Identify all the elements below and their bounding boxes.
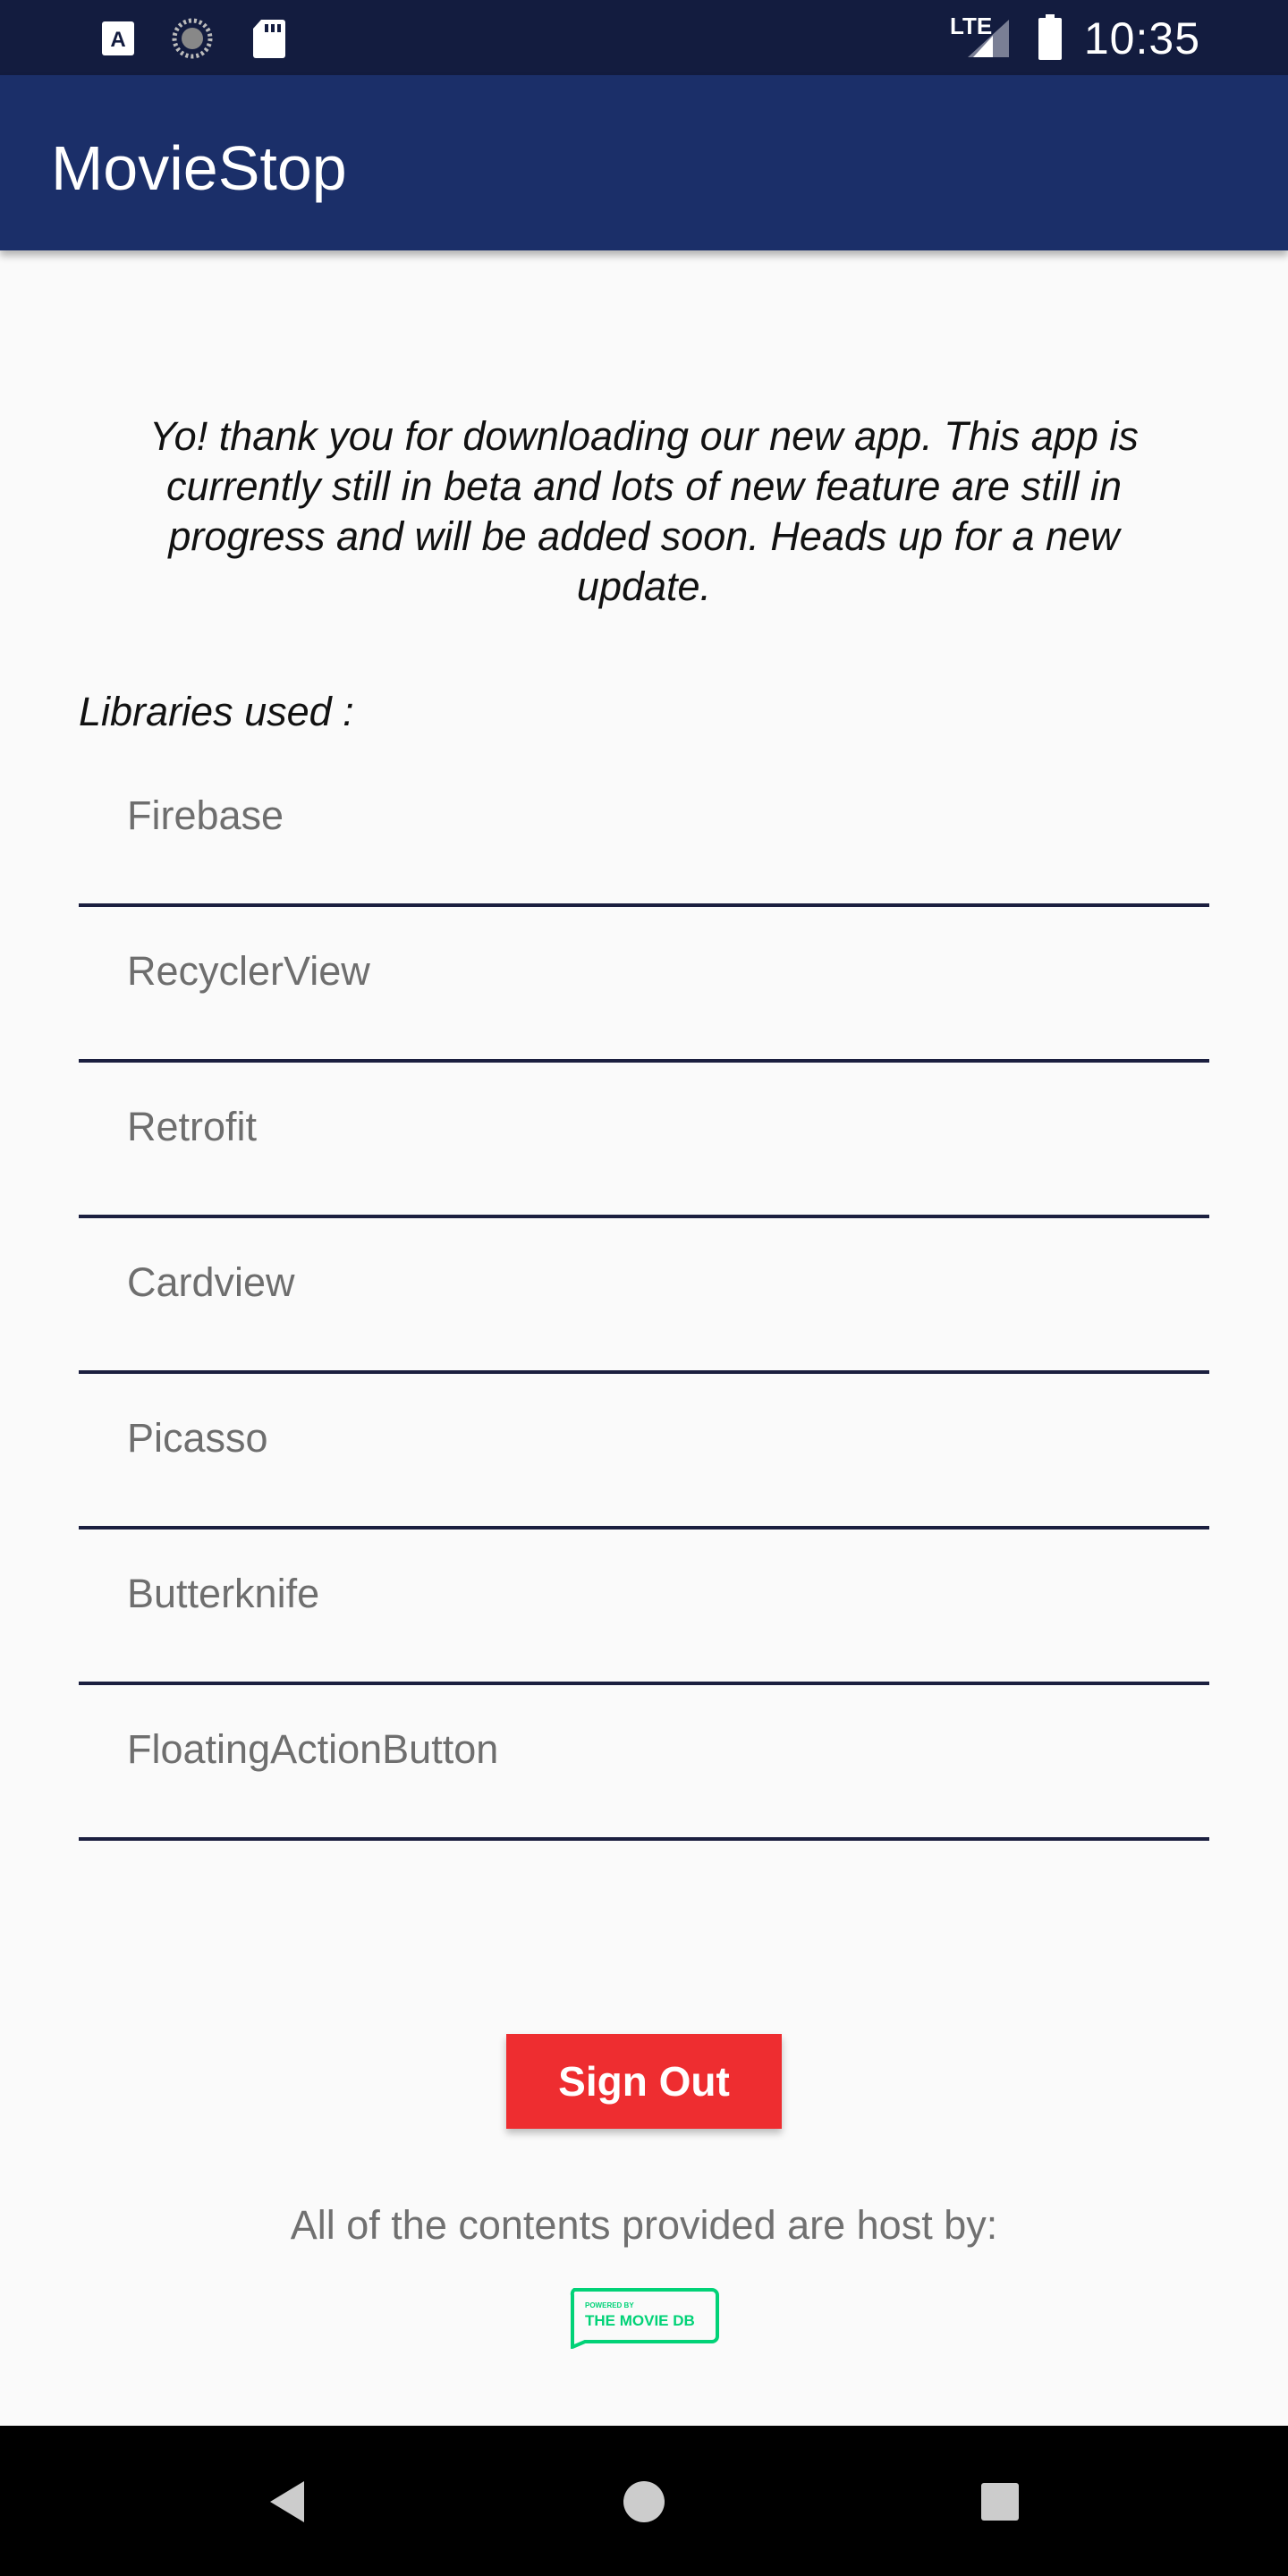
logo-name: THE MOVIE DB: [585, 2312, 695, 2329]
library-name: Cardview: [127, 1259, 295, 1305]
lte-signal-icon: [968, 20, 1009, 57]
list-item: Picasso: [79, 1374, 1209, 1530]
recents-icon[interactable]: [969, 2470, 1031, 2533]
libraries-list: Firebase RecyclerView Retrofit Cardview …: [79, 751, 1209, 1841]
list-item: Firebase: [79, 751, 1209, 907]
status-time: 10:35: [1083, 13, 1200, 64]
sign-out-button[interactable]: Sign Out: [506, 2034, 782, 2129]
app-title: MovieStop: [51, 133, 347, 203]
library-name: Picasso: [127, 1415, 268, 1461]
battery-icon: [1038, 14, 1062, 60]
back-icon[interactable]: [258, 2470, 320, 2533]
library-name: FloatingActionButton: [127, 1726, 499, 1772]
list-item: Cardview: [79, 1218, 1209, 1374]
library-name: Firebase: [127, 792, 284, 838]
libraries-label: Libraries used :: [79, 689, 354, 734]
home-icon[interactable]: [613, 2470, 675, 2533]
list-item: FloatingActionButton: [79, 1685, 1209, 1841]
credits-text: All of the contents provided are host by…: [290, 2202, 998, 2248]
svg-text:A: A: [110, 28, 125, 52]
sd-card-icon: [253, 20, 285, 58]
logo-small-text: POWERED BY: [585, 2301, 634, 2309]
library-name: Retrofit: [127, 1104, 258, 1149]
list-item: Butterknife: [79, 1530, 1209, 1685]
list-item: Retrofit: [79, 1063, 1209, 1218]
navigation-bar: [0, 2426, 1288, 2576]
app-bar: MovieStop: [0, 75, 1288, 250]
keyboard-a-icon: A: [102, 21, 134, 55]
library-name: RecyclerView: [127, 948, 370, 994]
list-item: RecyclerView: [79, 907, 1209, 1063]
status-bar: A LTE 10:35: [0, 0, 1288, 75]
intro-text: Yo! thank you for downloading our new ap…: [149, 413, 1139, 609]
loading-circle-icon: [172, 18, 213, 59]
tmdb-logo[interactable]: POWERED BY THE MOVIE DB: [567, 2286, 719, 2349]
library-name: Butterknife: [127, 1571, 320, 1616]
